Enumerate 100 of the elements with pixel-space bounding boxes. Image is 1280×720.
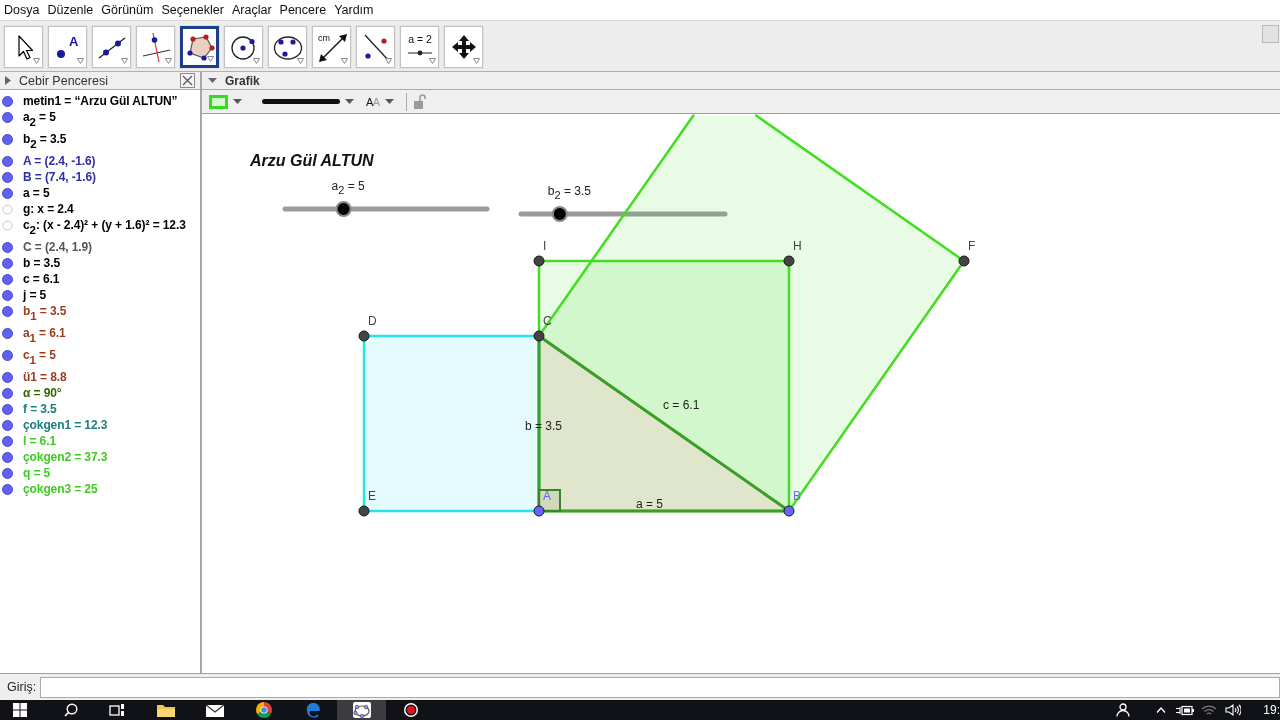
dropdown-caret-icon <box>77 58 84 64</box>
clock-time[interactable]: 19: <box>1245 703 1280 717</box>
point-label: D <box>368 314 377 328</box>
algebra-entry[interactable]: α = 90° <box>23 385 62 401</box>
wifi-icon[interactable] <box>1201 704 1218 716</box>
tool-button[interactable] <box>444 26 483 68</box>
segment-label: c = 6.1 <box>663 398 700 412</box>
visibility-dot-icon[interactable] <box>2 349 13 361</box>
line-style-icon <box>262 99 340 104</box>
algebra-entry[interactable]: a = 5 <box>23 185 50 201</box>
caret-icon <box>384 99 394 104</box>
geometry-point[interactable] <box>358 505 370 517</box>
geometry-point[interactable] <box>533 255 545 267</box>
tool-button[interactable] <box>356 26 395 68</box>
menu-item[interactable]: Seçenekler <box>161 3 224 17</box>
slider-track[interactable] <box>282 201 490 217</box>
dropdown-caret-icon <box>429 58 436 64</box>
geometry-point[interactable] <box>533 330 545 342</box>
battery-icon[interactable] <box>1176 704 1195 716</box>
menu-item[interactable]: Yardım <box>334 3 374 17</box>
visibility-dot-icon[interactable] <box>2 133 13 145</box>
speaker-icon[interactable] <box>1225 704 1242 716</box>
tool-button[interactable] <box>136 26 175 68</box>
visibility-dot-icon[interactable] <box>2 327 13 339</box>
algebra-entry[interactable]: j = 5 <box>23 287 47 303</box>
slider-track[interactable] <box>518 206 728 222</box>
visibility-dot-icon[interactable] <box>2 289 13 301</box>
text-size-button[interactable]: AA <box>364 91 396 112</box>
visibility-dot-icon[interactable] <box>2 171 13 183</box>
dropdown-caret-icon <box>207 56 214 62</box>
algebra-entry[interactable]: B = (7.4, -1.6) <box>23 169 96 185</box>
caret-icon <box>233 99 242 104</box>
visibility-dot-icon[interactable] <box>2 451 13 463</box>
visibility-dot-icon[interactable] <box>2 435 13 447</box>
visibility-dot-icon[interactable] <box>2 305 13 317</box>
menu-item[interactable]: Düzenle <box>47 3 94 17</box>
visibility-dot-icon[interactable] <box>2 483 13 495</box>
tool-button[interactable] <box>4 26 43 68</box>
algebra-entry[interactable]: A = (2.4, -1.6) <box>23 153 96 169</box>
tool-button[interactable] <box>92 26 131 68</box>
point-label: H <box>793 239 802 253</box>
visibility-dot-icon[interactable] <box>2 467 13 479</box>
visibility-dot-icon[interactable] <box>2 387 13 399</box>
visibility-dot-icon[interactable] <box>2 257 13 269</box>
algebra-entry[interactable]: f = 3.5 <box>23 401 57 417</box>
tool-button[interactable] <box>268 26 307 68</box>
tool-button[interactable] <box>224 26 263 68</box>
envelope-icon <box>205 703 224 717</box>
algebra-entry[interactable]: çokgen1 = 12.3 <box>23 417 108 433</box>
segment-label: a = 5 <box>636 497 664 511</box>
algebra-entry[interactable]: C = (2.4, 1.9) <box>23 239 92 255</box>
dropdown-caret-icon <box>385 58 392 64</box>
close-button[interactable] <box>180 73 195 88</box>
dropdown-caret-icon <box>253 58 260 64</box>
search-icon <box>64 703 78 717</box>
slider-thumb[interactable] <box>551 206 568 222</box>
slider-thumb[interactable] <box>335 201 352 217</box>
caret-icon[interactable] <box>5 76 11 85</box>
visibility-dot-icon[interactable] <box>2 95 13 107</box>
round-logo-icon <box>255 702 272 718</box>
visibility-dot-icon[interactable] <box>2 155 13 167</box>
algebra-entry[interactable]: metin1 = “Arzu Gül ALTUN” <box>23 93 178 109</box>
point-label: I <box>543 239 547 253</box>
visibility-dot-icon[interactable] <box>2 371 13 383</box>
geometry-point[interactable] <box>358 330 370 342</box>
panel-title: Grafik <box>225 73 260 88</box>
visibility-dot-icon[interactable] <box>2 273 13 285</box>
menu-item[interactable]: Araçlar <box>231 3 272 17</box>
color-swatch-icon <box>209 94 228 109</box>
menu-item[interactable]: Dosya <box>4 3 40 17</box>
panel-title: Cebir Penceresi <box>19 73 109 88</box>
point-label: A <box>543 489 551 503</box>
taskbar-button[interactable] <box>337 700 386 720</box>
dropdown-caret-icon <box>33 58 40 64</box>
input-field[interactable] <box>40 676 1280 698</box>
menu-item[interactable]: Pencere <box>279 3 327 17</box>
dropdown-caret-icon <box>165 58 172 64</box>
visibility-dot-icon[interactable] <box>2 111 13 123</box>
visibility-dot-icon[interactable] <box>2 187 13 199</box>
input-label: Giriş: <box>7 680 37 694</box>
visibility-dot-icon[interactable] <box>2 403 13 415</box>
visibility-dot-icon[interactable] <box>2 241 13 253</box>
geometry-point[interactable] <box>958 255 970 267</box>
caret-icon[interactable] <box>208 78 217 83</box>
algebra-entry[interactable]: ü1 = 8.8 <box>23 369 67 385</box>
menu-item[interactable]: Görünüm <box>101 3 154 17</box>
geometry-point[interactable] <box>783 505 795 517</box>
dropdown-caret-icon <box>341 58 348 64</box>
algebra-entry[interactable]: b = 3.5 <box>23 255 60 271</box>
person-icon[interactable] <box>1116 703 1131 717</box>
geometry-point[interactable] <box>783 255 795 267</box>
dropdown-caret-icon <box>473 58 480 64</box>
algebra-entry[interactable]: c = 6.1 <box>23 271 60 287</box>
point-label: E <box>368 489 376 503</box>
algebra-entry[interactable]: g: x = 2.4 <box>23 201 74 217</box>
close-icon <box>182 75 193 86</box>
tool-button[interactable] <box>180 26 219 68</box>
chevron-up-icon[interactable] <box>1156 707 1167 713</box>
geometry-point[interactable] <box>533 505 545 517</box>
visibility-dot-icon[interactable] <box>2 419 13 431</box>
